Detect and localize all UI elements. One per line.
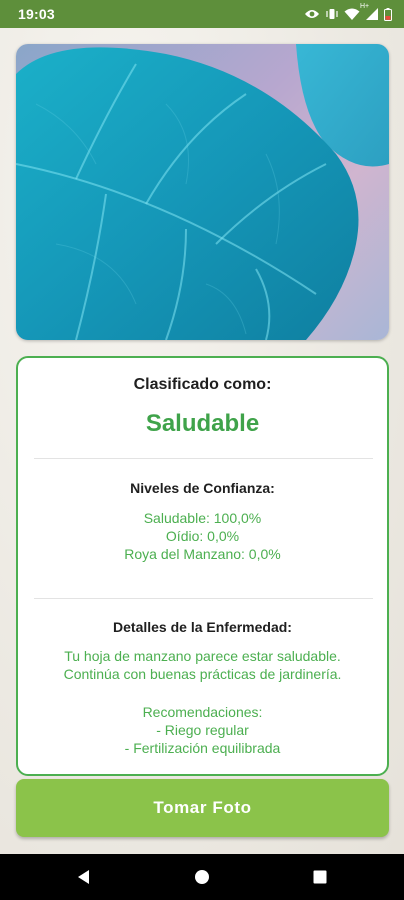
confidence-line: Saludable: 100,0% xyxy=(143,510,262,526)
status-bar: 19:03 H+ xyxy=(0,0,404,28)
recommendation-item: - Fertilización equilibrada xyxy=(124,740,281,756)
signal-icon: H+ xyxy=(360,3,378,20)
details-line: Continúa con buenas prácticas de jardine… xyxy=(63,666,342,682)
status-time: 19:03 xyxy=(18,6,55,22)
confidence-line: Roya del Manzano: 0,0% xyxy=(124,546,281,562)
classification-result: Saludable xyxy=(145,410,260,437)
recents-button[interactable] xyxy=(290,854,350,900)
wifi-icon xyxy=(344,8,360,20)
recommendation-item: - Riego regular xyxy=(156,722,249,738)
status-icons: H+ xyxy=(304,3,392,21)
battery-icon xyxy=(384,7,392,21)
details-line: Tu hoja de manzano parece estar saludabl… xyxy=(64,648,341,664)
divider xyxy=(34,458,373,459)
details-title: Detalles de la Enfermedad: xyxy=(113,619,292,635)
home-icon xyxy=(195,870,209,884)
vibrate-icon xyxy=(326,8,338,20)
leaf-photo xyxy=(16,44,389,340)
take-photo-button[interactable]: Tomar Foto xyxy=(16,779,389,837)
classified-as-label: Clasificado como: xyxy=(133,376,272,393)
back-button[interactable] xyxy=(54,854,114,900)
result-card: Clasificado como: Saludable Niveles de C… xyxy=(16,356,389,776)
confidence-line: Oídio: 0,0% xyxy=(165,528,240,544)
network-type-label: H+ xyxy=(360,3,370,10)
recents-icon xyxy=(313,870,327,884)
eye-icon xyxy=(304,8,320,20)
confidence-title: Niveles de Confianza: xyxy=(130,480,275,496)
back-icon xyxy=(78,870,89,884)
home-button[interactable] xyxy=(172,854,232,900)
navigation-bar xyxy=(0,854,404,900)
divider xyxy=(34,598,373,599)
recommendations-title: Recomendaciones: xyxy=(142,704,263,720)
